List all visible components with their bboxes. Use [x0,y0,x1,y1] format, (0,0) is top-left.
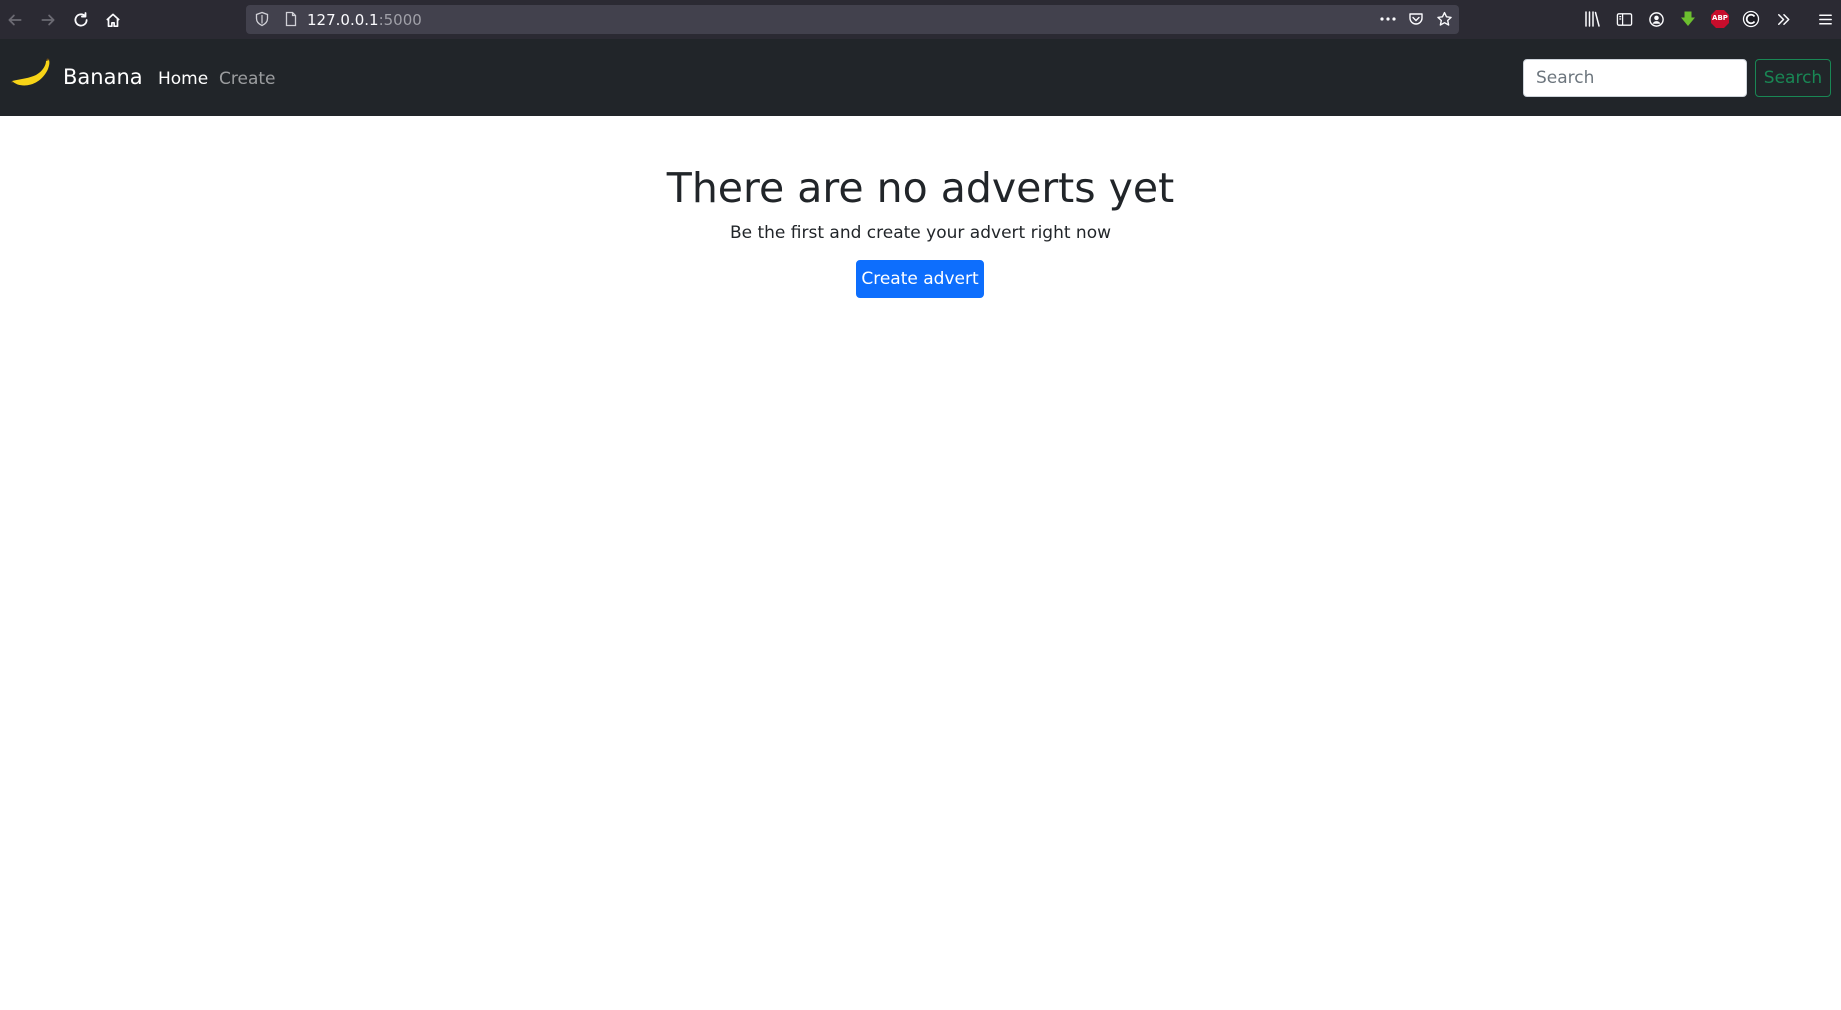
download-extension-icon [1681,11,1695,26]
more-icon [1380,17,1396,21]
overflow-button[interactable] [1773,9,1793,29]
sidebar-icon [1616,12,1632,26]
adblock-button[interactable]: ABP [1710,9,1730,29]
brand-name[interactable]: Banana [63,65,143,89]
extension-icon [1742,10,1760,28]
account-button[interactable] [1646,9,1666,29]
forward-button[interactable] [34,6,62,34]
library-button[interactable] [1582,9,1602,29]
menu-icon [1818,13,1832,25]
account-icon [1648,11,1664,27]
more-button[interactable] [1379,10,1397,28]
app-navbar: Banana Home Create Search [0,39,1841,116]
adblock-label: ABP [1712,14,1728,22]
pocket-button[interactable] [1407,10,1425,28]
url-text: 127.0.0.1:5000 [307,11,422,29]
download-extension-button[interactable] [1678,9,1698,29]
extension-button[interactable] [1741,9,1761,29]
nav-link-create[interactable]: Create [219,69,276,89]
nav-link-home[interactable]: Home [158,69,208,89]
search-input[interactable] [1523,59,1747,97]
forward-icon [41,14,55,26]
create-advert-button[interactable]: Create advert [856,260,984,298]
menu-button[interactable] [1815,9,1835,29]
reload-button[interactable] [67,6,95,34]
pocket-icon [1409,13,1423,25]
home-button[interactable] [99,6,127,34]
reload-icon [74,12,88,27]
page-icon [285,11,297,27]
bookmark-star-icon [1436,11,1452,26]
search-button[interactable]: Search [1755,59,1831,97]
back-button[interactable] [1,6,29,34]
empty-state-text: Be the first and create your advert righ… [729,223,1112,243]
page-title: There are no adverts yet [666,164,1175,212]
url-bar[interactable]: 127.0.0.1:5000 [246,5,1459,34]
tracking-shield-icon[interactable] [254,11,270,27]
home-icon [106,13,120,28]
back-icon [8,14,22,26]
browser-toolbar: 127.0.0.1:5000 ABP [0,0,1841,39]
sidebar-button[interactable] [1614,9,1634,29]
library-icon [1585,11,1600,27]
url-port: :5000 [378,11,422,29]
banana-logo-icon[interactable] [10,57,52,91]
bookmark-button[interactable] [1435,10,1453,28]
overflow-icon [1777,13,1789,25]
url-host: 127.0.0.1 [307,11,379,29]
